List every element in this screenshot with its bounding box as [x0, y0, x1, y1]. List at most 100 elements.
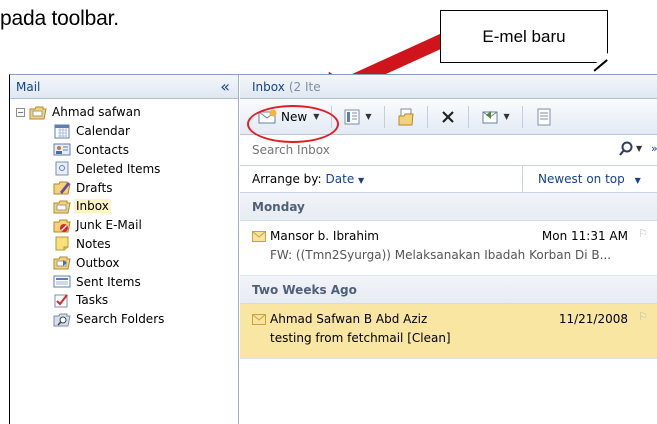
folder-sent-items[interactable]: Sent Items — [10, 272, 238, 291]
search-options-icon[interactable]: ▼ — [636, 144, 642, 153]
reply-icon — [482, 110, 497, 123]
toolbar-separator — [383, 105, 385, 128]
inbox-count: (2 Ite — [288, 79, 321, 94]
new-dropdown-icon[interactable]: ▼ — [313, 112, 319, 121]
folder-contacts[interactable]: Contacts — [10, 141, 238, 160]
callout-box: E-mel baru — [440, 10, 609, 71]
toolbar-separator — [426, 105, 428, 128]
notes-icon — [53, 236, 71, 251]
toolbar: New ▼ ▼ ▼ — [240, 99, 657, 135]
message-subject: FW: ((Tmn2Syurga)) Melaksanakan Ibadah K… — [270, 248, 612, 262]
arrange-label: Arrange by: — [252, 172, 322, 186]
account-node[interactable]: − Ahmad safwan — [10, 103, 238, 122]
mailbox-icon — [29, 105, 47, 120]
message-sender: Ahmad Safwan B Abd Aziz — [270, 312, 428, 326]
message-row[interactable]: Mansor b. Ibrahim Mon 11:31 AM ⚐ FW: ((Tmn2… — [240, 221, 657, 276]
sent-items-icon — [53, 274, 71, 289]
address-book-button[interactable] — [531, 104, 557, 130]
search-inbox-input[interactable] — [252, 143, 532, 157]
arrange-separator — [522, 166, 523, 192]
folder-label: Notes — [76, 236, 111, 251]
mail-pane-title: Mail — [16, 79, 41, 94]
folder-label: Inbox — [74, 199, 111, 214]
search-icon[interactable] — [618, 141, 634, 157]
inbox-icon — [53, 199, 71, 214]
view-icon — [344, 109, 360, 124]
new-mail-icon — [258, 109, 277, 123]
print-button[interactable]: ▼ — [340, 104, 375, 130]
arrange-bar: Arrange by: Date ▼ Newest on top ▼ — [240, 166, 657, 193]
move-to-folder-button[interactable] — [393, 104, 419, 130]
address-book-icon — [537, 108, 551, 125]
message-sender: Mansor b. Ibrahim — [270, 229, 379, 243]
folder-label: Outbox — [76, 255, 120, 270]
new-button-label: New — [281, 109, 308, 124]
folder-notes[interactable]: Notes — [10, 235, 238, 254]
move-folder-icon — [398, 108, 414, 125]
message-date: 11/21/2008 — [558, 312, 628, 326]
arrange-by-date[interactable]: Date ▼ — [326, 172, 365, 186]
drafts-icon — [53, 180, 71, 195]
folder-inbox[interactable]: Inbox — [10, 197, 238, 216]
arrange-value: Date — [325, 172, 355, 186]
mail-navigation-pane: Mail « − Ahmad safwan Calendar Contacts De… — [10, 75, 239, 424]
toolbar-separator — [467, 105, 469, 128]
message-date: Mon 11:31 AM — [541, 229, 628, 243]
sort-label: Newest on top — [538, 172, 625, 186]
folder-label: Contacts — [76, 142, 129, 157]
sort-order[interactable]: Newest on top ▼ — [538, 172, 641, 186]
flag-icon[interactable]: ⚐ — [638, 227, 648, 240]
callout-text: E-mel baru — [482, 26, 566, 46]
folder-deleted-items[interactable]: Deleted Items — [10, 159, 238, 178]
envelope-icon — [252, 314, 266, 328]
delete-icon — [441, 110, 454, 123]
folder-tasks[interactable]: Tasks — [10, 291, 238, 310]
group-header[interactable]: Two Weeks Ago — [240, 276, 657, 304]
tasks-icon — [53, 293, 71, 308]
folder-label: Deleted Items — [76, 161, 161, 176]
reply-button[interactable]: ▼ — [477, 104, 514, 130]
instruction-caption: pada toolbar. — [0, 7, 119, 30]
calendar-icon — [53, 124, 71, 139]
inbox-pane: Inbox (2 Ite New ▼ ▼ ▼ Search Inbox ▼ Ar… — [240, 75, 657, 424]
inbox-header: Inbox (2 Ite — [240, 75, 657, 99]
account-label: Ahmad safwan — [52, 105, 141, 120]
folder-label: Junk E-Mail — [76, 218, 142, 233]
toolbar-separator — [521, 105, 523, 128]
folder-junk-e-mail[interactable]: Junk E-Mail — [10, 216, 238, 235]
group-header[interactable]: Monday — [240, 193, 657, 221]
new-mail-button[interactable]: New ▼ — [254, 104, 323, 130]
deleted-items-icon — [53, 161, 71, 176]
folder-label: Drafts — [76, 180, 113, 195]
outlook-window: Mail « − Ahmad safwan Calendar Contacts De… — [9, 74, 657, 424]
folder-label: Tasks — [76, 293, 109, 308]
message-row[interactable]: Ahmad Safwan B Abd Aziz 11/21/2008 ⚐ testin… — [240, 304, 657, 359]
contacts-icon — [53, 142, 71, 157]
folder-label: Sent Items — [76, 274, 141, 289]
message-list: Monday Mansor b. Ibrahim Mon 11:31 AM ⚐ FW: … — [240, 193, 657, 359]
folder-outbox[interactable]: Outbox — [10, 253, 238, 272]
folder-search-folders[interactable]: Search Folders — [10, 310, 238, 329]
sort-dropdown-icon: ▼ — [634, 176, 641, 185]
junk-icon — [53, 218, 71, 233]
delete-button[interactable] — [436, 104, 460, 130]
inbox-title: Inbox — [252, 79, 285, 94]
arrange-dropdown-icon: ▼ — [358, 176, 365, 185]
expand-query-icon[interactable]: » — [651, 142, 657, 155]
mail-pane-header: Mail « — [10, 75, 238, 99]
toolbar-separator — [331, 105, 333, 128]
folder-label: Calendar — [76, 124, 130, 139]
collapse-tree-icon[interactable]: − — [16, 107, 25, 117]
folder-calendar[interactable]: Calendar — [10, 122, 238, 141]
collapse-pane-icon[interactable]: « — [220, 77, 230, 96]
flag-icon[interactable]: ⚐ — [638, 310, 648, 323]
folder-drafts[interactable]: Drafts — [10, 178, 238, 197]
search-bar: ▼ » — [240, 135, 657, 166]
search-folders-icon — [53, 312, 71, 327]
outbox-icon — [53, 255, 71, 270]
folder-label: Search Folders — [76, 312, 165, 327]
folder-tree: − Ahmad safwan Calendar Contacts Deleted I… — [10, 99, 238, 329]
folder-list: Calendar Contacts Deleted Items Drafts Inbox… — [10, 122, 238, 329]
view-dropdown-icon[interactable]: ▼ — [365, 112, 371, 121]
reply-dropdown-icon[interactable]: ▼ — [504, 112, 510, 121]
